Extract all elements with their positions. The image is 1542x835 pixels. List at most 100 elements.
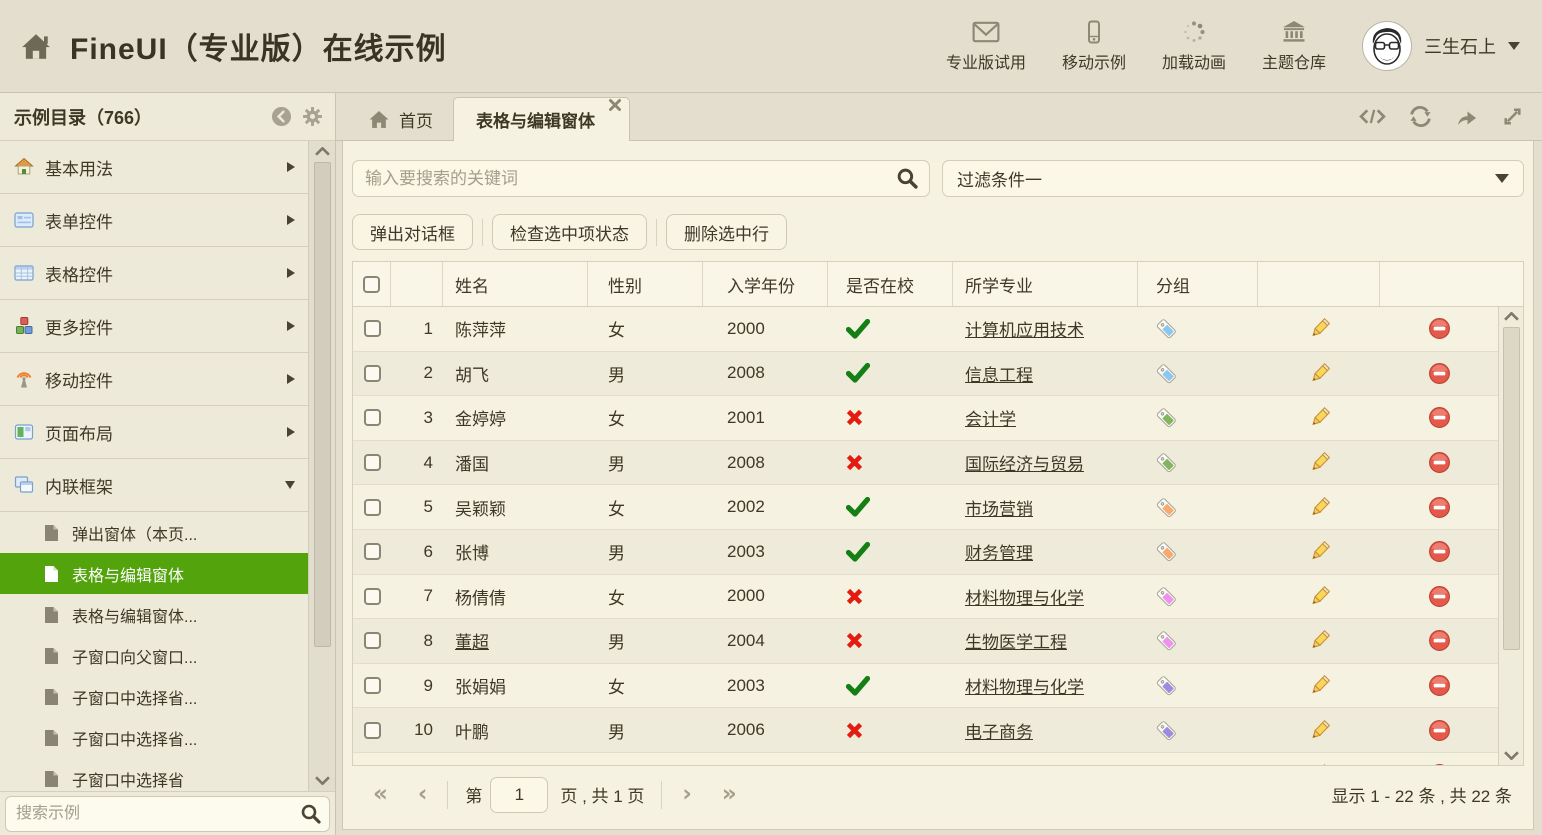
delete-icon[interactable]: [1428, 406, 1451, 429]
delete-icon[interactable]: [1428, 719, 1451, 742]
scroll-down-icon[interactable]: [1504, 751, 1519, 760]
row-checkbox[interactable]: [364, 722, 381, 739]
last-page-icon[interactable]: »: [707, 783, 752, 806]
column-header-group[interactable]: 分组: [1138, 262, 1258, 306]
delete-icon[interactable]: [1428, 585, 1451, 608]
delete-icon[interactable]: [1428, 362, 1451, 385]
sidebar-item[interactable]: 子窗口向父窗口...: [0, 635, 308, 676]
select-all-checkbox[interactable]: [363, 276, 380, 293]
nav-trial[interactable]: 专业版试用: [946, 20, 1026, 73]
search-icon[interactable]: [896, 167, 919, 190]
first-page-icon[interactable]: «: [358, 783, 403, 806]
major-link[interactable]: 会计学: [965, 410, 1016, 429]
row-checkbox[interactable]: [364, 454, 381, 471]
search-icon[interactable]: [300, 803, 322, 825]
sidebar-item[interactable]: 表格与编辑窗体...: [0, 594, 308, 635]
major-link[interactable]: 生物医学工程: [965, 633, 1067, 652]
major-link[interactable]: 电子商务: [965, 723, 1033, 742]
scroll-down-icon[interactable]: [315, 776, 330, 785]
tab-grid-edit-window[interactable]: 表格与编辑窗体: [453, 97, 630, 141]
major-link[interactable]: 财务管理: [965, 544, 1033, 563]
sidebar-search-input[interactable]: [5, 796, 330, 832]
column-header-major[interactable]: 所学专业: [953, 262, 1138, 306]
tab-home[interactable]: 首页: [348, 98, 453, 140]
sidebar-item[interactable]: 子窗口中选择省...: [0, 717, 308, 758]
sidebar-item[interactable]: 子窗口中选择省: [0, 758, 308, 791]
major-link[interactable]: 计算机应用技术: [965, 321, 1084, 340]
page-title: FineUI（专业版）在线示例: [70, 24, 447, 68]
user-menu[interactable]: 三生石上: [1362, 21, 1520, 71]
filter-dropdown[interactable]: 过滤条件一: [942, 160, 1524, 197]
major-link[interactable]: 材料物理与化学: [965, 678, 1084, 697]
sidebar-scrollbar[interactable]: [308, 141, 335, 791]
sidebar-group[interactable]: 表格控件: [0, 247, 308, 300]
scroll-up-icon[interactable]: [315, 147, 330, 156]
major-link[interactable]: 国际经济与贸易: [965, 455, 1084, 474]
nav-theme-repo[interactable]: 主题仓库: [1262, 20, 1326, 73]
edit-icon[interactable]: [1308, 540, 1331, 563]
sidebar-group[interactable]: 页面布局: [0, 406, 308, 459]
column-header-gender[interactable]: 性别: [588, 262, 703, 306]
sidebar-item[interactable]: 子窗口中选择省...: [0, 676, 308, 717]
row-checkbox[interactable]: [364, 409, 381, 426]
edit-icon[interactable]: [1308, 406, 1331, 429]
next-page-icon[interactable]: ›: [667, 783, 706, 806]
sidebar-group[interactable]: 内联框架: [0, 459, 308, 512]
row-checkbox[interactable]: [364, 543, 381, 560]
column-header-name[interactable]: 姓名: [443, 262, 588, 306]
edit-icon[interactable]: [1308, 719, 1331, 742]
delete-icon[interactable]: [1428, 674, 1451, 697]
grid-scrollbar[interactable]: [1498, 307, 1523, 765]
check-selection-button[interactable]: 检查选中项状态: [492, 214, 647, 250]
collapse-sidebar-icon[interactable]: [271, 106, 292, 127]
major-link[interactable]: 市场营销: [965, 500, 1033, 519]
tag-icon: [1156, 675, 1177, 696]
row-checkbox[interactable]: [364, 588, 381, 605]
sidebar-group[interactable]: 更多控件: [0, 300, 308, 353]
major-link[interactable]: 信息工程: [965, 366, 1033, 385]
edit-icon[interactable]: [1308, 585, 1331, 608]
nav-mobile-demo[interactable]: 移动示例: [1062, 20, 1126, 73]
edit-icon[interactable]: [1308, 362, 1331, 385]
column-header-year[interactable]: 入学年份: [703, 262, 828, 306]
page-number-input[interactable]: [490, 777, 548, 813]
column-header-rownum: [391, 262, 443, 306]
delete-icon[interactable]: [1428, 629, 1451, 652]
scroll-up-icon[interactable]: [1504, 312, 1519, 321]
major-link[interactable]: 材料物理与化学: [965, 589, 1084, 608]
scrollbar-thumb[interactable]: [1503, 327, 1520, 650]
refresh-icon[interactable]: [1408, 105, 1433, 128]
nav-loading-animation[interactable]: 加载动画: [1162, 20, 1226, 73]
sidebar-item[interactable]: 表格与编辑窗体: [0, 553, 308, 594]
share-icon[interactable]: [1455, 107, 1479, 127]
close-icon[interactable]: [608, 98, 622, 112]
row-checkbox[interactable]: [364, 499, 381, 516]
gear-icon[interactable]: [302, 106, 323, 127]
sidebar-group[interactable]: 表单控件: [0, 194, 308, 247]
scrollbar-thumb[interactable]: [314, 162, 331, 647]
edit-icon[interactable]: [1308, 451, 1331, 474]
delete-selected-button[interactable]: 删除选中行: [666, 214, 787, 250]
sidebar-group[interactable]: 移动控件: [0, 353, 308, 406]
delete-icon[interactable]: [1428, 496, 1451, 519]
file-icon: [44, 729, 59, 747]
open-dialog-button[interactable]: 弹出对话框: [352, 214, 473, 250]
sidebar-item[interactable]: 弹出窗体（本页...: [0, 512, 308, 553]
source-code-icon[interactable]: [1359, 106, 1386, 127]
edit-icon[interactable]: [1308, 629, 1331, 652]
expand-icon[interactable]: [1501, 105, 1524, 128]
delete-icon[interactable]: [1428, 317, 1451, 340]
keyword-search-input[interactable]: [352, 160, 930, 197]
edit-icon[interactable]: [1308, 674, 1331, 697]
edit-icon[interactable]: [1308, 317, 1331, 340]
sidebar-group[interactable]: 基本用法: [0, 141, 308, 194]
row-checkbox[interactable]: [364, 632, 381, 649]
prev-page-icon[interactable]: ‹: [403, 783, 442, 806]
edit-icon[interactable]: [1308, 496, 1331, 519]
delete-icon[interactable]: [1428, 451, 1451, 474]
row-checkbox[interactable]: [364, 677, 381, 694]
delete-icon[interactable]: [1428, 540, 1451, 563]
row-checkbox[interactable]: [364, 365, 381, 382]
row-checkbox[interactable]: [364, 320, 381, 337]
column-header-enrolled[interactable]: 是否在校: [828, 262, 953, 306]
